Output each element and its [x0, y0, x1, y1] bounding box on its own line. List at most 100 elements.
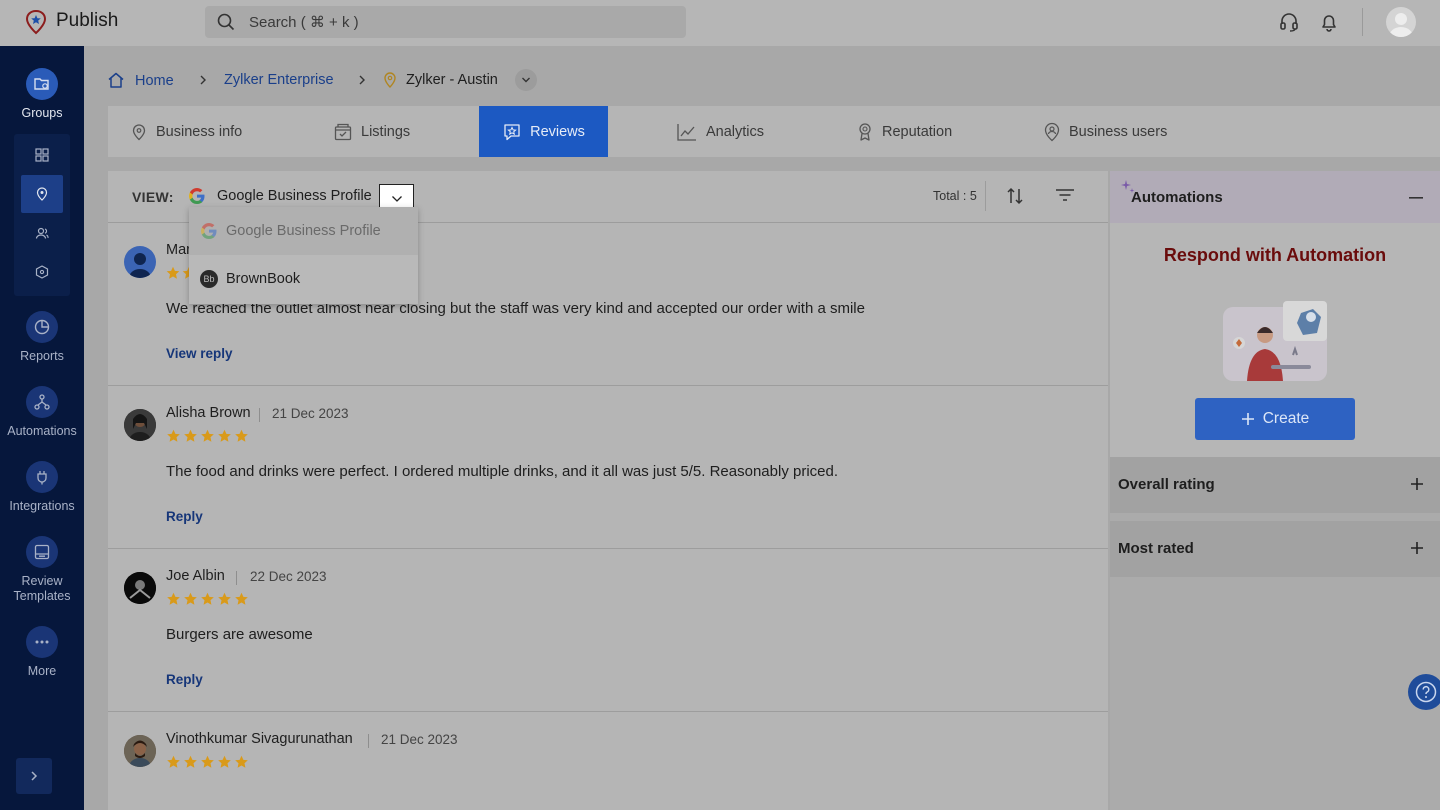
- star-icon: [167, 755, 180, 768]
- sidebar-label-groups: Groups: [21, 106, 63, 120]
- sidebar-label-reports: Reports: [20, 349, 64, 363]
- plus-icon: [1241, 413, 1254, 425]
- header-separator: [985, 181, 986, 211]
- reputation-icon: [859, 122, 871, 141]
- publish-logo-icon: [25, 9, 47, 35]
- reviewer-photo-icon: [124, 409, 156, 441]
- sidebar: Groups Reports Automations Integrations …: [0, 46, 84, 810]
- sidebar-item-reports[interactable]: Reports: [0, 311, 84, 364]
- location-dropdown-button[interactable]: [515, 69, 537, 91]
- bell-icon[interactable]: [1318, 11, 1340, 33]
- automations-header[interactable]: Automations: [1110, 171, 1440, 223]
- sidebar-item-integrations[interactable]: Integrations: [0, 461, 84, 514]
- location-pin-icon: [36, 187, 48, 201]
- headset-icon[interactable]: [1278, 11, 1300, 33]
- star-icon: [201, 592, 214, 605]
- star-icon: [167, 429, 180, 442]
- review-templates-icon: [34, 544, 50, 560]
- expand-plus-icon[interactable]: [1410, 477, 1424, 491]
- app-title: Publish: [56, 10, 119, 31]
- tab-listings[interactable]: Listings: [333, 106, 410, 157]
- sidebar-item-groups[interactable]: Groups: [0, 68, 84, 121]
- tab-label: Business info: [156, 123, 243, 140]
- collapse-minus-icon[interactable]: [1409, 197, 1423, 199]
- automations-icon: [34, 394, 50, 410]
- reply-link[interactable]: Reply: [166, 509, 203, 524]
- expand-plus-icon[interactable]: [1410, 541, 1424, 555]
- user-avatar-icon: [129, 253, 151, 278]
- chevron-down-icon: [522, 77, 530, 83]
- listings-icon: [334, 123, 352, 140]
- automation-cta-heading: Respond with Automation: [1163, 245, 1387, 265]
- star-icon: [184, 755, 197, 768]
- chevron-right-icon: [359, 75, 365, 85]
- subnav-locations[interactable]: [21, 175, 63, 213]
- name-date-divider: [236, 571, 237, 585]
- breadcrumb-home[interactable]: Home: [135, 73, 174, 89]
- star-icon: [235, 755, 248, 768]
- review-date: 21 Dec 2023: [272, 406, 349, 421]
- integrations-icon: [37, 471, 47, 485]
- star-icon: [167, 592, 180, 605]
- reviewer-avatar: [124, 735, 156, 767]
- sidebar-item-more[interactable]: More: [0, 626, 84, 679]
- tab-label: Reviews: [530, 123, 585, 140]
- review-date: 22 Dec 2023: [250, 569, 327, 584]
- reviewer-name: Joe Albin: [166, 568, 225, 584]
- dropdown-option-label: Google Business Profile: [226, 223, 381, 239]
- reviewer-photo-icon: [124, 735, 156, 767]
- hexagon-icon: [35, 265, 49, 279]
- reviewer-name: Mar: [166, 242, 191, 258]
- filter-icon[interactable]: [1054, 186, 1076, 204]
- most-rated-title: Most rated: [1118, 540, 1194, 557]
- star-icon: [201, 755, 214, 768]
- tab-analytics[interactable]: Analytics: [676, 106, 764, 157]
- search-input[interactable]: Search ( ⌘ + k ): [205, 6, 686, 38]
- dropdown-option-google[interactable]: Google Business Profile: [189, 207, 418, 255]
- star-icon: [166, 266, 180, 279]
- home-icon[interactable]: [107, 71, 125, 89]
- reviews-icon: [504, 123, 520, 140]
- groups-subnav: [14, 134, 70, 296]
- star-icon: [218, 592, 231, 605]
- total-count: Total : 5: [933, 189, 977, 203]
- location-pin-icon: [384, 72, 396, 88]
- reviewer-photo-icon: [124, 572, 156, 604]
- sidebar-item-review-templates[interactable]: Review Templates: [0, 536, 84, 604]
- sidebar-label-automations: Automations: [7, 424, 77, 438]
- sort-icon[interactable]: [1005, 186, 1025, 206]
- dropdown-option-label: BrownBook: [226, 271, 301, 287]
- star-icon: [218, 755, 231, 768]
- tab-label: Analytics: [706, 123, 765, 140]
- dropdown-option-brownbook[interactable]: Bb BrownBook: [189, 255, 418, 303]
- sidebar-expand-button[interactable]: [16, 758, 52, 794]
- overall-rating-accordion[interactable]: Overall rating: [1110, 457, 1440, 513]
- help-button[interactable]: [1408, 674, 1440, 710]
- search-placeholder: Search ( ⌘ + k ): [249, 14, 359, 31]
- most-rated-accordion[interactable]: Most rated: [1110, 521, 1440, 577]
- sidebar-label-more: More: [27, 664, 57, 678]
- tab-business-info[interactable]: Business info: [130, 106, 242, 157]
- subnav-dashboard[interactable]: [21, 136, 63, 174]
- tab-reputation[interactable]: Reputation: [856, 106, 952, 157]
- user-avatar[interactable]: [1386, 7, 1416, 37]
- sidebar-label-review-templates: Review Templates: [13, 574, 71, 603]
- breadcrumb-org[interactable]: Zylker Enterprise: [224, 72, 334, 88]
- star-icon: [184, 429, 197, 442]
- reply-link[interactable]: Reply: [166, 672, 203, 687]
- tab-business-users[interactable]: Business users: [1043, 106, 1167, 157]
- chevron-down-icon: [391, 195, 402, 202]
- automation-illustration: [1223, 301, 1327, 381]
- subnav-hexagon[interactable]: [21, 253, 63, 291]
- right-panel: Automations Respond with Automation Crea…: [1110, 171, 1440, 810]
- sidebar-item-automations[interactable]: Automations: [0, 386, 84, 439]
- help-question-icon: [1415, 681, 1437, 703]
- subnav-users[interactable]: [21, 214, 63, 252]
- tab-reviews[interactable]: Reviews: [479, 106, 608, 157]
- dashboard-grid-icon: [35, 148, 49, 162]
- reviewer-avatar: [124, 246, 156, 278]
- automations-body: Respond with Automation Create: [1110, 223, 1440, 457]
- view-selected-value[interactable]: Google Business Profile: [217, 188, 372, 204]
- create-automation-button[interactable]: Create: [1195, 398, 1355, 440]
- view-reply-link[interactable]: View reply: [166, 346, 233, 361]
